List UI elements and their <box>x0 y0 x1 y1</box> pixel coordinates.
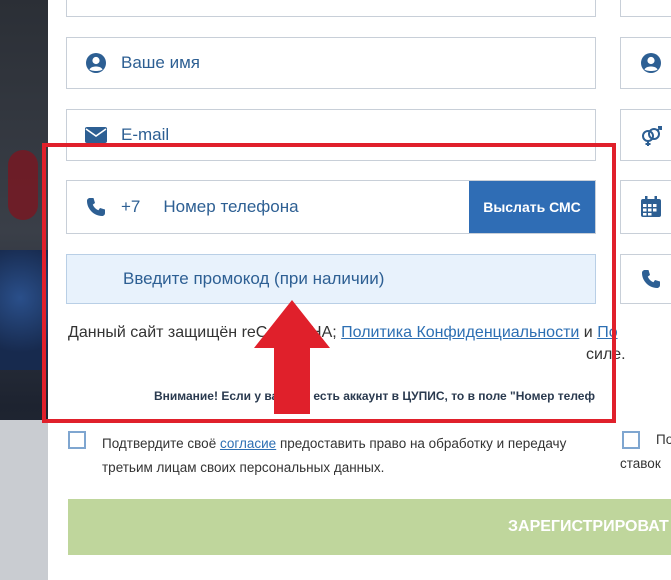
top-right-field-partial[interactable] <box>620 0 671 17</box>
user-icon <box>85 52 107 74</box>
background-decoration <box>0 420 50 580</box>
right-gender-field[interactable] <box>620 109 671 161</box>
name-placeholder: Ваше имя <box>121 53 200 72</box>
name-field[interactable]: Ваше имя <box>66 37 596 89</box>
right-date-field[interactable] <box>620 180 671 234</box>
phone-icon <box>639 267 663 291</box>
consent-text: Подтвердите своё согласие предоставить п… <box>102 432 572 480</box>
consent-checkbox[interactable] <box>68 431 86 449</box>
user-icon <box>639 51 663 75</box>
consent-link[interactable]: согласие <box>220 436 276 451</box>
rules-checkbox[interactable] <box>622 431 640 449</box>
right-user-field[interactable] <box>620 37 671 89</box>
top-field-partial[interactable] <box>66 0 596 17</box>
consent-text-before: Подтвердите своё <box>102 436 217 451</box>
arrow-up-icon <box>254 300 330 414</box>
rules-text-line1: По <box>656 432 671 447</box>
calendar-icon <box>639 195 663 219</box>
gender-icon <box>639 123 663 147</box>
email-placeholder: E-mail <box>121 125 170 144</box>
register-button[interactable]: ЗАРЕГИСТРИРОВАТ <box>68 499 671 555</box>
rules-text-line2: ставок <box>620 456 661 471</box>
right-phone-field[interactable] <box>620 254 671 304</box>
background-decoration <box>8 150 38 220</box>
